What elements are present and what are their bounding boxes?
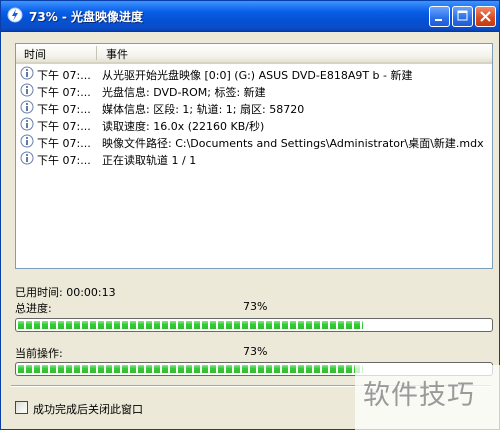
row-time: 下午 07:... [37, 154, 91, 167]
elapsed-time: 已用时间: 00:00:13 [15, 284, 116, 300]
row-time: 下午 07:... [37, 69, 91, 82]
maximize-button[interactable] [452, 6, 473, 27]
list-header: 时间 事件 [16, 44, 492, 64]
row-event: 映像文件路径: C:\Documents and Settings\Admini… [102, 137, 484, 150]
info-icon [20, 66, 34, 80]
row-time: 下午 07:... [37, 103, 91, 116]
disc-app-icon [7, 7, 23, 23]
close-button[interactable] [475, 6, 496, 27]
total-progress-percent: 73% [243, 300, 268, 313]
row-event: 读取速度: 16.0x (22160 KB/秒) [102, 120, 265, 133]
event-log-list[interactable]: 时间 事件 下午 07:... 从光驱开始光盘映像 [0:0] (G:) ASU… [15, 43, 493, 269]
title-bar[interactable]: 73% - 光盘映像进度 [1, 1, 499, 32]
info-icon [20, 100, 34, 114]
row-time: 下午 07:... [37, 120, 91, 133]
maximize-icon [457, 10, 468, 21]
progress-dialog: 73% - 光盘映像进度 时间 事件 下午 07:... 从光驱开始光盘映像 [… [0, 0, 500, 430]
minimize-button[interactable] [429, 6, 450, 27]
info-icon [20, 117, 34, 131]
minimize-icon [435, 19, 442, 21]
elapsed-value: 00:00:13 [66, 286, 116, 299]
total-progress-fill [18, 321, 363, 329]
event-rows: 下午 07:... 从光驱开始光盘映像 [0:0] (G:) ASUS DVD-… [16, 65, 492, 167]
close-on-success-label[interactable]: 成功完成后关闭此窗口 [33, 401, 143, 417]
window-title: 73% - 光盘映像进度 [29, 10, 144, 24]
column-header-time[interactable]: 时间 [24, 46, 46, 62]
info-icon [20, 151, 34, 165]
current-progress-percent: 73% [243, 345, 268, 358]
row-event: 正在读取轨道 1 / 1 [102, 154, 197, 167]
row-event: 从光驱开始光盘映像 [0:0] (G:) ASUS DVD-E818A9T b … [102, 69, 413, 82]
row-time: 下午 07:... [37, 137, 91, 150]
total-progress-bar [15, 318, 493, 332]
list-item[interactable]: 下午 07:... 正在读取轨道 1 / 1 [16, 150, 492, 167]
current-progress-fill [18, 365, 363, 373]
current-operation-label: 当前操作: [15, 347, 63, 360]
list-item[interactable]: 下午 07:... 映像文件路径: C:\Documents and Setti… [16, 133, 492, 150]
close-on-success-checkbox[interactable] [15, 401, 28, 414]
info-icon [20, 83, 34, 97]
watermark-text: 软件技巧 [363, 380, 475, 411]
row-time: 下午 07:... [37, 86, 91, 99]
info-icon [20, 134, 34, 148]
row-event: 媒体信息: 区段: 1; 轨道: 1; 扇区: 58720 [102, 103, 305, 116]
list-item[interactable]: 下午 07:... 从光驱开始光盘映像 [0:0] (G:) ASUS DVD-… [16, 65, 492, 82]
list-item[interactable]: 下午 07:... 读取速度: 16.0x (22160 KB/秒) [16, 116, 492, 133]
elapsed-label: 已用时间: [15, 286, 63, 299]
column-header-event[interactable]: 事件 [106, 46, 128, 62]
column-divider[interactable] [96, 46, 97, 60]
list-item[interactable]: 下午 07:... 光盘信息: DVD-ROM; 标签: 新建 [16, 82, 492, 99]
total-progress-label: 总进度: [15, 302, 52, 315]
close-icon [480, 11, 491, 22]
row-event: 光盘信息: DVD-ROM; 标签: 新建 [102, 86, 266, 99]
list-item[interactable]: 下午 07:... 媒体信息: 区段: 1; 轨道: 1; 扇区: 58720 [16, 99, 492, 116]
